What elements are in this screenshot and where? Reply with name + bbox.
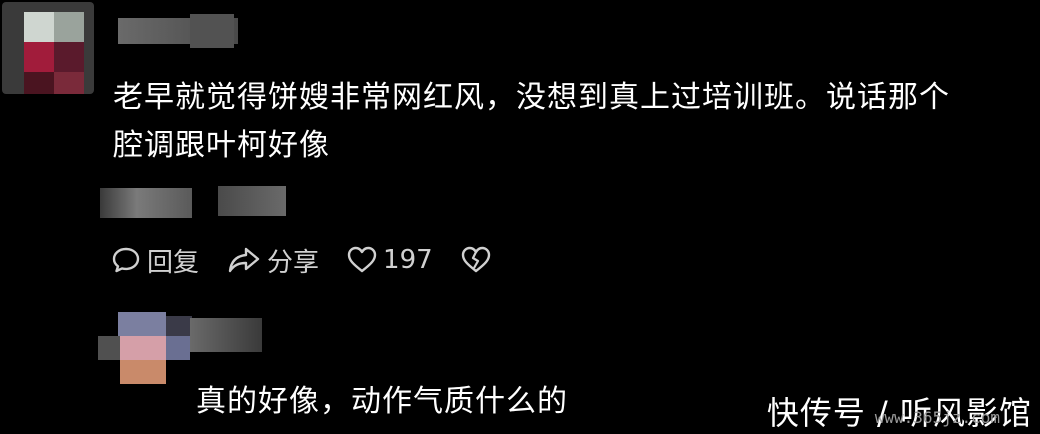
heart-icon <box>347 246 377 273</box>
avatar-mosaic-tile <box>166 316 192 336</box>
avatar-mosaic-tile <box>54 72 84 94</box>
avatar-mosaic-tile <box>118 312 166 336</box>
comment-text: 老早就觉得饼嫂非常网红风，没想到真上过培训班。说话那个 腔调跟叶柯好像 <box>113 74 1033 170</box>
avatar-mosaic-tile <box>120 336 166 360</box>
comment-meta-blurred <box>218 186 286 216</box>
avatar-mosaic-tile <box>24 42 54 72</box>
share-arrow-icon <box>228 247 260 273</box>
avatar-mosaic-tile <box>98 336 120 360</box>
like-count: 197 <box>383 245 433 275</box>
broken-heart-icon <box>461 246 490 273</box>
chat-bubble-icon <box>112 247 140 273</box>
share-button[interactable]: 分享 <box>227 242 319 279</box>
share-label: 分享 <box>267 247 320 278</box>
reply-button[interactable]: 回复 <box>111 242 199 279</box>
watermark-url: www.365jz.com <box>874 408 1000 427</box>
comment-text-line: 老早就觉得饼嫂非常网红风，没想到真上过培训班。说话那个 <box>113 80 950 115</box>
comment-actions: 回复 分享 197 <box>111 240 519 280</box>
avatar[interactable] <box>98 312 198 390</box>
avatar[interactable] <box>2 2 94 94</box>
username-blurred <box>190 14 234 48</box>
avatar-mosaic-tile <box>24 72 54 94</box>
comment-text-line: 腔调跟叶柯好像 <box>113 128 330 163</box>
reply-label: 回复 <box>147 247 200 278</box>
comment-text: 真的好像，动作气质什么的 <box>196 384 568 419</box>
avatar-mosaic-tile <box>166 336 190 360</box>
avatar-mosaic-tile <box>120 360 166 384</box>
dislike-button[interactable] <box>461 245 491 275</box>
like-button[interactable]: 197 <box>347 245 433 275</box>
avatar-mosaic-tile <box>54 42 84 72</box>
comment-meta-blurred <box>100 188 192 218</box>
avatar-mosaic-tile <box>24 12 54 42</box>
username-blurred[interactable] <box>190 318 262 352</box>
avatar-mosaic-tile <box>54 12 84 42</box>
